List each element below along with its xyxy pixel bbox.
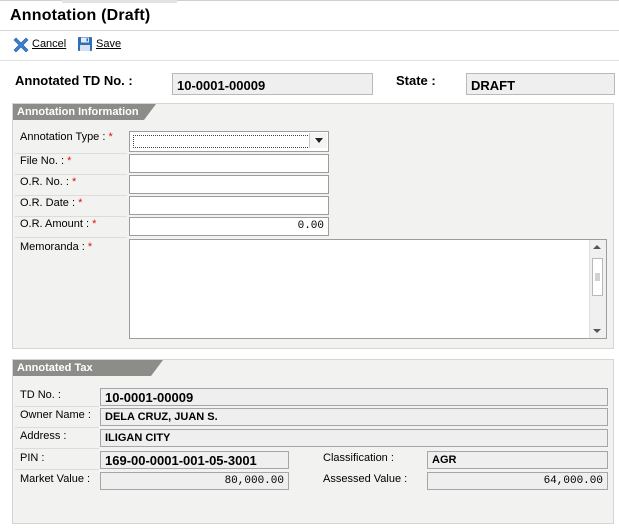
annotation-type-label: Annotation Type : *: [20, 131, 113, 143]
memoranda-label: Memoranda : *: [20, 241, 93, 253]
classification-label: Classification :: [323, 452, 394, 464]
memoranda-textarea[interactable]: [129, 239, 607, 339]
address-label: Address :: [20, 430, 67, 442]
state-value: DRAFT: [466, 73, 615, 95]
file-no-input[interactable]: [129, 154, 329, 173]
or-amount-label: O.R. Amount : *: [20, 218, 97, 230]
window-tab-strip: [62, 0, 177, 3]
market-value-label: Market Value :: [20, 473, 91, 485]
floppy-disk-icon: [77, 36, 93, 52]
or-amount-input[interactable]: 0.00: [129, 217, 329, 236]
scrollbar-thumb[interactable]: [592, 258, 603, 296]
title-divider: [0, 30, 619, 31]
scroll-down-arrow-icon[interactable]: [593, 329, 601, 333]
or-no-input[interactable]: [129, 175, 329, 194]
or-date-input[interactable]: [129, 196, 329, 215]
memoranda-text: [130, 240, 606, 246]
assessed-value-label: Assessed Value :: [323, 473, 408, 485]
annotation-information-tab: Annotation Information: [13, 104, 156, 120]
memoranda-scrollbar[interactable]: [589, 240, 606, 338]
or-date-label: O.R. Date : *: [20, 197, 83, 209]
pin-label: PIN :: [20, 452, 45, 464]
cancel-label: Cancel: [32, 38, 67, 50]
annotated-td-label: Annotated TD No. :: [15, 73, 133, 88]
owner-name-value: DELA CRUZ, JUAN S.: [100, 408, 608, 426]
td-no-label: TD No. :: [20, 389, 61, 401]
required-mark: *: [108, 131, 113, 143]
annotated-tax-declaration-tab: Annotated Tax Declaration: [13, 360, 163, 376]
cancel-button[interactable]: Cancel: [13, 35, 66, 53]
annotation-information-panel: Annotation Information Annotation Type :…: [12, 103, 614, 349]
or-no-label: O.R. No. : *: [20, 176, 77, 188]
classification-value: AGR: [427, 451, 608, 469]
pin-value: 169-00-0001-001-05-3001: [100, 451, 289, 469]
save-label: Save: [96, 38, 122, 50]
save-button[interactable]: Save: [77, 35, 121, 53]
market-value-value: 80,000.00: [100, 472, 289, 490]
annotation-type-select[interactable]: [129, 131, 329, 152]
address-value: ILIGAN CITY: [100, 429, 608, 447]
x-cross-icon: [13, 36, 29, 52]
window-title: Annotation (Draft): [10, 7, 151, 24]
annotated-td-value: 10-0001-00009: [172, 73, 373, 95]
annotated-tax-declaration-panel: Annotated Tax Declaration TD No. : 10-00…: [12, 359, 614, 524]
chevron-down-icon[interactable]: [309, 133, 327, 148]
td-no-value: 10-0001-00009: [100, 388, 608, 406]
toolbar-divider: [0, 60, 619, 61]
file-no-label: File No. : *: [20, 155, 72, 167]
annotation-type-selected: [133, 135, 310, 148]
assessed-value-value: 64,000.00: [427, 472, 608, 490]
scroll-up-arrow-icon[interactable]: [593, 245, 601, 249]
state-label: State :: [396, 73, 436, 88]
owner-name-label: Owner Name :: [20, 409, 91, 421]
